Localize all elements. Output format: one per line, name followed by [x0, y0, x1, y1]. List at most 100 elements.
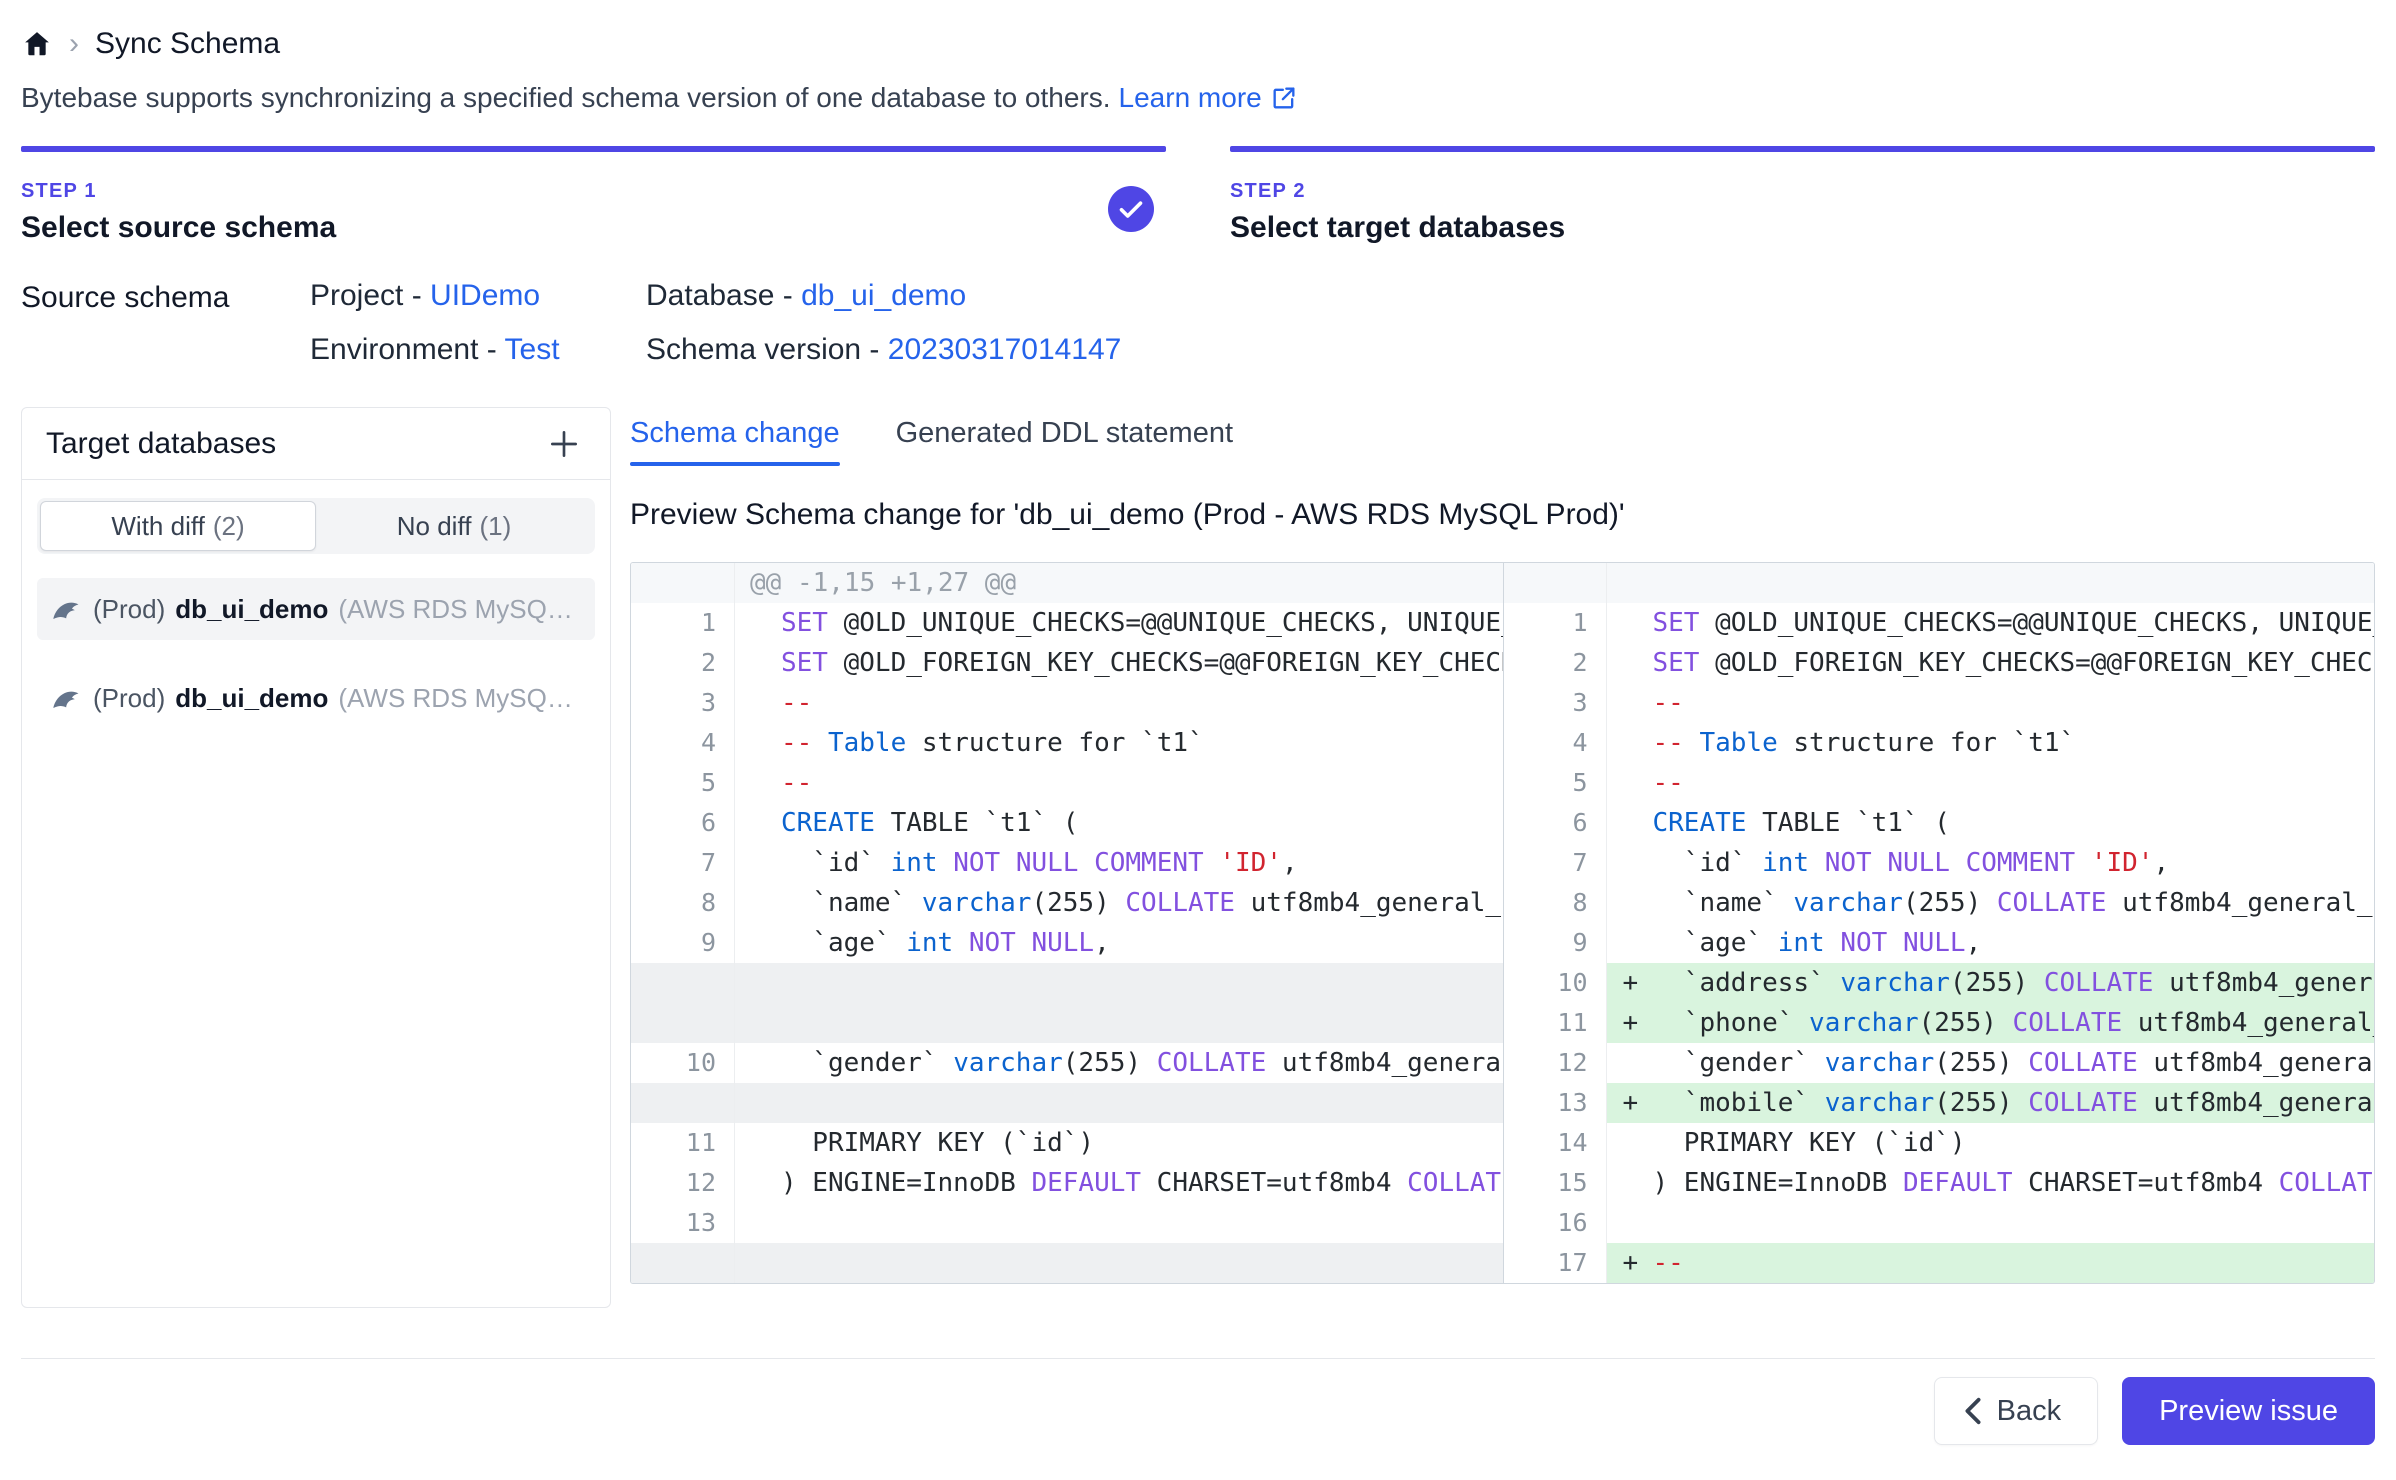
line-number	[631, 1243, 735, 1283]
line-sign	[1607, 763, 1653, 803]
code-line: ) ENGINE=InnoDB DEFAULT CHARSET=utf8mb4 …	[735, 1163, 1503, 1203]
no-diff-label: No diff	[397, 511, 472, 542]
environment-link[interactable]: Test	[505, 333, 560, 366]
learn-more-label: Learn more	[1119, 82, 1262, 114]
target-database-item[interactable]: (Prod) db_ui_demo (AWS RDS MySQL Prod)	[37, 578, 595, 640]
external-link-icon	[1270, 84, 1298, 112]
footer-divider	[21, 1358, 2375, 1359]
line-sign	[1607, 1123, 1653, 1163]
diff-row: 2SET @OLD_FOREIGN_KEY_CHECKS=@@FOREIGN_K…	[631, 643, 2374, 683]
line-sign	[735, 1043, 781, 1083]
tab-with-diff[interactable]: With diff (2)	[40, 501, 316, 551]
line-sign	[1607, 1163, 1653, 1203]
added-line-sign: +	[1607, 1003, 1653, 1043]
mysql-engine-icon	[49, 681, 83, 715]
line-sign	[735, 1203, 781, 1243]
line-number: 11	[1503, 1003, 1607, 1043]
target-database-item[interactable]: (Prod) db_ui_demo (AWS RDS MySQL Prod)	[37, 667, 595, 729]
line-number: 14	[1503, 1123, 1607, 1163]
line-sign	[735, 723, 781, 763]
line-sign	[735, 643, 781, 683]
code-line: @@ -1,15 +1,27 @@	[735, 563, 1503, 603]
diff-row: 10 `gender` varchar(255) COLLATE utf8mb4…	[631, 1043, 2374, 1083]
add-target-database-button[interactable]	[542, 422, 586, 466]
source-schema-label: Source schema	[21, 279, 310, 367]
schema-diff-viewer[interactable]: @@ -1,15 +1,27 @@1SET @OLD_UNIQUE_CHECKS…	[630, 562, 2375, 1284]
line-number: 2	[631, 643, 735, 683]
line-number: 1	[631, 603, 735, 643]
target-databases-title: Target databases	[46, 427, 276, 461]
schema-version-link[interactable]: 20230317014147	[888, 333, 1122, 366]
code-line: `id` int NOT NULL COMMENT 'ID',	[1607, 843, 2375, 883]
code-line: + `address` varchar(255) COLLATE utf8mb4…	[1607, 963, 2375, 1003]
code-line: --	[1607, 763, 2375, 803]
item-database-name: db_ui_demo	[175, 683, 328, 714]
diff-row: 7 `id` int NOT NULL COMMENT 'ID',7 `id` …	[631, 843, 2374, 883]
code-line: -- Table structure for `t1`	[735, 723, 1503, 763]
line-sign	[1607, 843, 1653, 883]
footer-actions: Back Preview issue	[21, 1377, 2375, 1445]
target-database-list: (Prod) db_ui_demo (AWS RDS MySQL Prod) (…	[22, 578, 610, 729]
home-icon[interactable]	[21, 28, 53, 60]
description-text: Bytebase supports synchronizing a specif…	[21, 82, 1111, 114]
diff-row: 6CREATE TABLE `t1` (6CREATE TABLE `t1` (	[631, 803, 2374, 843]
chevron-left-icon	[1963, 1396, 1983, 1426]
code-line	[1607, 563, 2375, 603]
diff-row: 10+ `address` varchar(255) COLLATE utf8m…	[631, 963, 2374, 1003]
step-1-progress-bar	[21, 146, 1166, 152]
step-2: STEP 2 Select target databases	[1230, 146, 2375, 245]
code-line: `name` varchar(255) COLLATE utf8mb4_gene…	[1607, 883, 2375, 923]
line-number: 9	[631, 923, 735, 963]
line-number: 8	[1503, 883, 1607, 923]
diff-filter-tabs: With diff (2) No diff (1)	[37, 498, 595, 554]
line-sign	[735, 883, 781, 923]
line-sign	[1607, 1043, 1653, 1083]
line-sign	[1607, 883, 1653, 923]
schema-version-label: Schema version -	[646, 333, 879, 366]
line-sign	[1607, 603, 1653, 643]
line-number: 1	[1503, 603, 1607, 643]
step-completed-check-icon	[1108, 186, 1154, 232]
line-sign	[1607, 723, 1653, 763]
with-diff-count: (2)	[213, 511, 245, 542]
environment-label: Environment -	[310, 333, 497, 366]
code-line	[735, 1003, 1503, 1043]
tab-schema-change[interactable]: Schema change	[630, 417, 840, 466]
database-link[interactable]: db_ui_demo	[801, 279, 966, 312]
back-button[interactable]: Back	[1934, 1377, 2098, 1445]
line-number: 13	[631, 1203, 735, 1243]
project-link[interactable]: UIDemo	[430, 279, 540, 312]
preview-title: Preview Schema change for 'db_ui_demo (P…	[630, 498, 2375, 532]
learn-more-link[interactable]: Learn more	[1119, 82, 1298, 114]
tab-no-diff[interactable]: No diff (1)	[316, 501, 592, 551]
line-sign	[735, 923, 781, 963]
code-line: CREATE TABLE `t1` (	[735, 803, 1503, 843]
code-line: +--	[1607, 1243, 2375, 1283]
project-label: Project -	[310, 279, 422, 312]
line-sign	[1607, 1203, 1653, 1243]
diff-row: 13+ `mobile` varchar(255) COLLATE utf8mb…	[631, 1083, 2374, 1123]
added-line-sign: +	[1607, 1243, 1653, 1283]
diff-row: 11+ `phone` varchar(255) COLLATE utf8mb4…	[631, 1003, 2374, 1043]
diff-row: 3--3--	[631, 683, 2374, 723]
line-number: 10	[1503, 963, 1607, 1003]
code-line: PRIMARY KEY (`id`)	[1607, 1123, 2375, 1163]
line-number: 9	[1503, 923, 1607, 963]
line-sign	[735, 683, 781, 723]
preview-issue-label: Preview issue	[2159, 1395, 2338, 1428]
project-field: Project - UIDemo	[310, 279, 646, 313]
tab-generated-ddl[interactable]: Generated DDL statement	[896, 417, 1233, 466]
preview-issue-button[interactable]: Preview issue	[2122, 1377, 2375, 1445]
main-content: Target databases With diff (2) No diff (…	[21, 407, 2375, 1308]
code-line: -- Table structure for `t1`	[1607, 723, 2375, 763]
line-sign	[735, 803, 781, 843]
line-number	[1503, 563, 1607, 603]
diff-row: 11 PRIMARY KEY (`id`)14 PRIMARY KEY (`id…	[631, 1123, 2374, 1163]
breadcrumb: › Sync Schema	[21, 24, 2375, 64]
diff-row: 17+--	[631, 1243, 2374, 1283]
page-title: Sync Schema	[95, 27, 280, 61]
line-number	[631, 1083, 735, 1123]
source-schema-summary: Source schema Project - UIDemo Database …	[21, 279, 2375, 367]
code-line: SET @OLD_UNIQUE_CHECKS=@@UNIQUE_CHECKS, …	[1607, 603, 2375, 643]
chevron-right-icon: ›	[69, 29, 79, 59]
